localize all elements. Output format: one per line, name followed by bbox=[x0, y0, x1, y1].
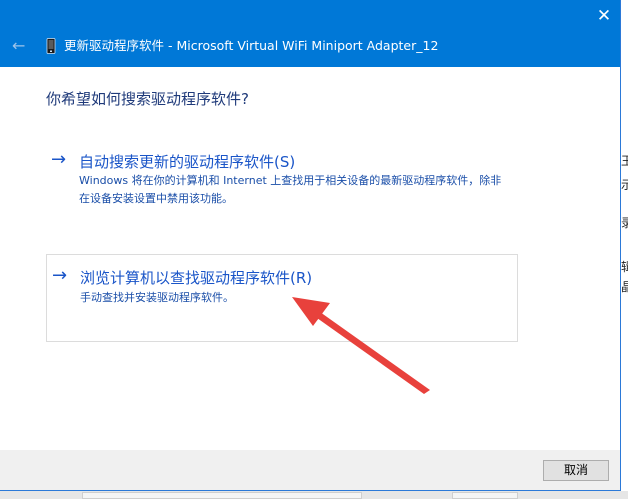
browse-computer-title: 浏览计算机以查找驱动程序软件(R) bbox=[80, 269, 313, 287]
dialog-footer: 取消 bbox=[0, 450, 620, 490]
back-button[interactable]: ← bbox=[12, 36, 34, 56]
auto-search-description: Windows 将在你的计算机和 Internet 上查找用于相关设备的最新驱动… bbox=[79, 174, 502, 205]
browse-computer-option[interactable]: → 浏览计算机以查找驱动程序软件(R) 手动查找并安装驱动程序软件。 bbox=[46, 254, 518, 342]
background-window-text: 王 bbox=[621, 154, 628, 168]
page-heading: 你希望如何搜索驱动程序软件? bbox=[46, 90, 249, 108]
close-button[interactable]: ✕ bbox=[590, 4, 618, 28]
arrow-right-icon: → bbox=[52, 265, 68, 286]
dialog-content: 你希望如何搜索驱动程序软件? → 自动搜索更新的驱动程序软件(S) Window… bbox=[0, 67, 620, 450]
back-arrow-icon: ← bbox=[12, 36, 26, 55]
title-bar: ✕ ← 更新驱动程序软件 - Microsoft Virtual WiFi Mi… bbox=[0, 0, 620, 67]
auto-search-option[interactable]: → 自动搜索更新的驱动程序软件(S) Windows 将在你的计算机和 Inte… bbox=[46, 145, 518, 217]
device-icon bbox=[46, 38, 56, 54]
update-driver-dialog: ✕ ← 更新驱动程序软件 - Microsoft Virtual WiFi Mi… bbox=[0, 0, 621, 491]
background-window-control bbox=[452, 492, 518, 499]
screen: 王 示 录 辑 晶 ✕ ← 更新驱动程序软件 - Microsoft Virtu… bbox=[0, 0, 628, 499]
auto-search-title: 自动搜索更新的驱动程序软件(S) bbox=[79, 153, 296, 171]
background-window-text: 示 bbox=[621, 178, 628, 192]
cancel-button[interactable]: 取消 bbox=[543, 460, 609, 481]
background-window-edge bbox=[620, 0, 628, 499]
arrow-right-icon: → bbox=[51, 149, 67, 170]
background-window-control bbox=[82, 492, 362, 499]
background-window-text: 录 bbox=[621, 216, 628, 230]
browse-computer-description: 手动查找并安装驱动程序软件。 bbox=[80, 291, 234, 304]
background-window-text: 晶 bbox=[621, 280, 628, 294]
window-title: 更新驱动程序软件 - Microsoft Virtual WiFi Minipo… bbox=[64, 38, 439, 53]
background-window-text: 辑 bbox=[621, 260, 628, 274]
close-icon: ✕ bbox=[596, 6, 612, 26]
